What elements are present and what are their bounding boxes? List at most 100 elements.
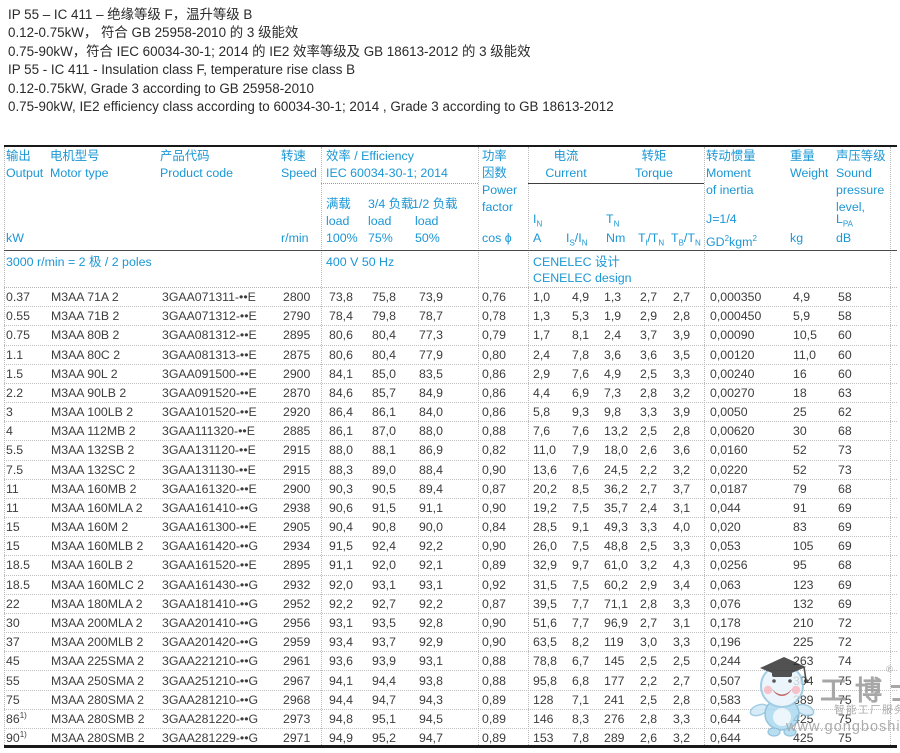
table-cell: 77,3 bbox=[415, 328, 478, 342]
spec-note-line: 0.75-90kW, IE2 efficiency class accordin… bbox=[8, 98, 614, 116]
table-cell: 4,9 bbox=[566, 290, 602, 304]
col-header-tbtn-symbol: TB/TN bbox=[671, 232, 701, 249]
table-cell: 0,86 bbox=[478, 367, 528, 381]
col-header-weight-unit: kg bbox=[790, 232, 803, 245]
table-cell: 2,2 bbox=[638, 463, 671, 477]
table-cell: 3,1 bbox=[671, 616, 704, 630]
table-cell: 0,244 bbox=[704, 654, 788, 668]
table-cell: 3 bbox=[4, 405, 49, 419]
table-cell: M3AA 90L 2 bbox=[49, 367, 159, 381]
table-cell: 4,9 bbox=[602, 367, 638, 381]
table-cell: M3AA 100LB 2 bbox=[49, 405, 159, 419]
table-cell: 75 bbox=[833, 731, 897, 745]
table-cell: M3AA 132SB 2 bbox=[49, 443, 159, 457]
table-cell: 7,6 bbox=[566, 424, 602, 438]
table-cell: 0,053 bbox=[704, 539, 788, 553]
table-cell: 0,86 bbox=[478, 386, 528, 400]
table-cell: 78,8 bbox=[528, 654, 566, 668]
table-row: 15M3AA 160MLB 23GAA161420-••G293491,592,… bbox=[4, 537, 897, 556]
table-row: 15M3AA 160M 23GAA161300-••E290590,490,89… bbox=[4, 518, 897, 537]
table-row: 901)M3AA 280SMB 23GAA281229-••G297194,99… bbox=[4, 729, 897, 747]
table-cell: M3AA 280SMB 2 bbox=[49, 712, 159, 726]
table-cell: M3AA 280SMA 2 bbox=[49, 693, 159, 707]
table-cell: 28,5 bbox=[528, 520, 566, 534]
table-cell: 37 bbox=[4, 635, 49, 649]
table-cell: 0,87 bbox=[478, 482, 528, 496]
table-cell: 86,1 bbox=[321, 424, 368, 438]
col-header-inertia-en2: of inertia bbox=[706, 184, 754, 197]
table-cell: 11 bbox=[4, 501, 49, 515]
table-cell: M3AA 112MB 2 bbox=[49, 424, 159, 438]
table-cell: 0,90 bbox=[478, 635, 528, 649]
table-cell: 72 bbox=[833, 616, 897, 630]
table-cell: 94,5 bbox=[415, 712, 478, 726]
table-cell: M3AA 225SMA 2 bbox=[49, 654, 159, 668]
table-cell: 6,9 bbox=[566, 386, 602, 400]
table-cell: 13,2 bbox=[602, 424, 638, 438]
table-cell: 2,4 bbox=[638, 501, 671, 515]
col-header-speed-zh: 转速 bbox=[281, 150, 306, 163]
col-header-eff50-zh: 1/2 负载 bbox=[412, 198, 457, 211]
table-cell: 63 bbox=[833, 386, 897, 400]
table-cell: 10,5 bbox=[788, 328, 833, 342]
table-cell: 58 bbox=[833, 290, 897, 304]
table-row: 11M3AA 160MLA 23GAA161410-••G293890,691,… bbox=[4, 499, 897, 518]
table-cell: 123 bbox=[788, 578, 833, 592]
table-cell: 425 bbox=[788, 731, 833, 745]
table-cell: 2870 bbox=[281, 386, 321, 400]
table-cell: 0,000350 bbox=[704, 290, 788, 304]
table-cell: 2,6 bbox=[638, 731, 671, 745]
table-cell: 9,7 bbox=[566, 558, 602, 572]
table-cell: 0,0256 bbox=[704, 558, 788, 572]
col-header-eff75-pct: 75% bbox=[368, 232, 393, 245]
table-row: 18.5M3AA 160LB 23GAA161520-••E289591,192… bbox=[4, 556, 897, 575]
table-cell: 68 bbox=[833, 558, 897, 572]
table-cell: 4 bbox=[4, 424, 49, 438]
table-cell: M3AA 160MLA 2 bbox=[49, 501, 159, 515]
table-cell: 24,5 bbox=[602, 463, 638, 477]
table-cell: 1.5 bbox=[4, 367, 49, 381]
col-header-speed-unit: r/min bbox=[281, 232, 309, 245]
table-cell: 2,7 bbox=[671, 674, 704, 688]
table-cell: 3GAA081313-••E bbox=[159, 348, 281, 362]
table-row: 55M3AA 250SMA 23GAA251210-••G296794,194,… bbox=[4, 671, 897, 690]
table-cell: 31,5 bbox=[528, 578, 566, 592]
table-cell: 91,1 bbox=[321, 558, 368, 572]
table-cell: 0,00090 bbox=[704, 328, 788, 342]
table-cell: 3GAA091500-••E bbox=[159, 367, 281, 381]
table-cell: 3,4 bbox=[671, 578, 704, 592]
table-cell: 2,8 bbox=[638, 597, 671, 611]
table-cell: 0,0187 bbox=[704, 482, 788, 496]
col-header-pf-zh1: 功率 bbox=[482, 150, 507, 163]
table-cell: 3GAA161520-••E bbox=[159, 558, 281, 572]
table-cell: 78,4 bbox=[321, 309, 368, 323]
table-cell: 3GAA131130-••E bbox=[159, 463, 281, 477]
table-cell: 2,8 bbox=[638, 386, 671, 400]
table-cell: 2,5 bbox=[638, 693, 671, 707]
table-cell: 69 bbox=[833, 501, 897, 515]
table-cell: 0,90 bbox=[478, 616, 528, 630]
table-cell: 2905 bbox=[281, 520, 321, 534]
table-cell: 425 bbox=[788, 712, 833, 726]
table-cell: 0,0220 bbox=[704, 463, 788, 477]
table-cell: 4,9 bbox=[788, 290, 833, 304]
table-cell: 3,3 bbox=[638, 520, 671, 534]
col-header-output-unit: kW bbox=[6, 232, 24, 245]
table-cell: 88,4 bbox=[415, 463, 478, 477]
table-cell: 3,7 bbox=[638, 328, 671, 342]
table-cell: 901) bbox=[4, 730, 49, 745]
table-cell: M3AA 160MLC 2 bbox=[49, 578, 159, 592]
current-torque-header-divider bbox=[528, 183, 704, 184]
table-cell: 93,9 bbox=[368, 654, 415, 668]
table-cell: 2800 bbox=[281, 290, 321, 304]
table-cell: M3AA 71B 2 bbox=[49, 309, 159, 323]
table-cell: 3GAA161420-••G bbox=[159, 539, 281, 553]
table-cell: 94,7 bbox=[368, 693, 415, 707]
table-cell: 69 bbox=[833, 597, 897, 611]
table-cell: 0,00620 bbox=[704, 424, 788, 438]
table-cell: 304 bbox=[788, 674, 833, 688]
table-cell: 89,0 bbox=[368, 463, 415, 477]
col-header-efficiency-title: 效率 / Efficiency bbox=[326, 150, 414, 163]
table-cell: M3AA 280SMB 2 bbox=[49, 731, 159, 745]
col-header-in-unit: A bbox=[533, 232, 541, 245]
